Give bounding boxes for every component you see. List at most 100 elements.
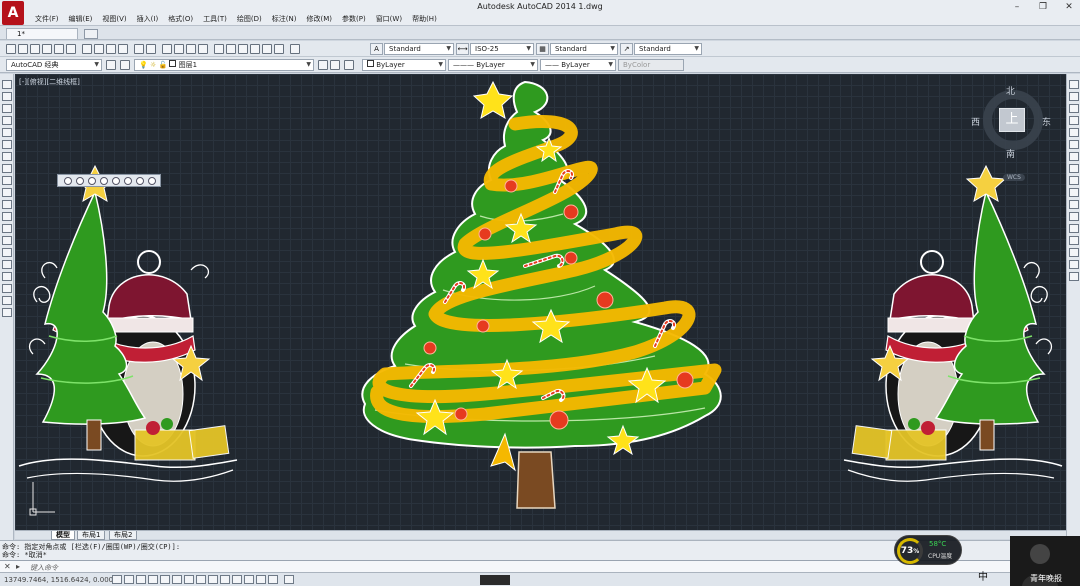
- text-style-select[interactable]: Standard ▼: [384, 43, 454, 55]
- menu-format[interactable]: 格式(O): [163, 13, 198, 25]
- ime-indicator[interactable]: 中: [978, 568, 988, 583]
- point-icon[interactable]: [2, 236, 12, 245]
- zoom-realtime-icon[interactable]: [174, 44, 184, 54]
- circle-icon[interactable]: [2, 152, 12, 161]
- help-icon[interactable]: [290, 44, 300, 54]
- zoom-previous-icon[interactable]: [198, 44, 208, 54]
- layer-select[interactable]: 💡 ☼ 🔓 图层1 ▼: [134, 59, 314, 71]
- transparency-icon[interactable]: [244, 575, 254, 584]
- linetype-select[interactable]: ——— ByLayer ▼: [448, 59, 538, 71]
- compass-west[interactable]: 西: [971, 115, 980, 128]
- trim-icon[interactable]: [1069, 188, 1079, 197]
- restore-button[interactable]: ❐: [1034, 2, 1052, 12]
- object-snap-icon[interactable]: [172, 575, 182, 584]
- dynamic-input-icon[interactable]: [220, 575, 230, 584]
- document-tab[interactable]: 1*: [6, 28, 78, 39]
- lineweight-display-icon[interactable]: [232, 575, 242, 584]
- menu-tools[interactable]: 工具(T): [198, 13, 232, 25]
- compass-north[interactable]: 北: [1006, 84, 1015, 97]
- close-command-icon[interactable]: ✕: [4, 562, 11, 571]
- zoom-out-icon[interactable]: [136, 177, 144, 185]
- paste-icon[interactable]: [106, 44, 116, 54]
- dynamic-ucs-icon[interactable]: [208, 575, 218, 584]
- workspace-select[interactable]: AutoCAD 经典 ▼: [6, 59, 102, 71]
- object-snap-tracking-icon[interactable]: [196, 575, 206, 584]
- ortho-mode-icon[interactable]: [148, 575, 158, 584]
- scale-icon[interactable]: [1069, 164, 1079, 173]
- ellipse-arc-icon[interactable]: [2, 200, 12, 209]
- fillet-icon[interactable]: [1069, 248, 1079, 257]
- sheet-set-icon[interactable]: [250, 44, 260, 54]
- compass-south[interactable]: 南: [1006, 147, 1015, 160]
- selection-cycling-icon[interactable]: [268, 575, 278, 584]
- tab-model[interactable]: 模型: [51, 531, 75, 540]
- dim-style-select[interactable]: ISO-25 ▼: [470, 43, 534, 55]
- table-style-select[interactable]: Standard ▼: [550, 43, 618, 55]
- layer-previous-icon[interactable]: [330, 60, 340, 70]
- move-icon[interactable]: [1069, 140, 1079, 149]
- new-file-icon[interactable]: [6, 44, 16, 54]
- table-icon[interactable]: [2, 284, 12, 293]
- menu-file[interactable]: 文件(F): [30, 13, 64, 25]
- menu-insert[interactable]: 插入(I): [132, 13, 164, 25]
- hatch-icon[interactable]: [2, 248, 12, 257]
- menu-dimension[interactable]: 标注(N): [267, 13, 302, 25]
- zoom-dynamic-icon[interactable]: [76, 177, 84, 185]
- pan-icon[interactable]: [162, 44, 172, 54]
- zoom-scale-icon[interactable]: [88, 177, 96, 185]
- new-tab-icon[interactable]: [84, 29, 98, 39]
- copy-icon[interactable]: [94, 44, 104, 54]
- multileader-style-select[interactable]: Standard ▼: [634, 43, 702, 55]
- offset-icon[interactable]: [1069, 116, 1079, 125]
- menu-view[interactable]: 视图(V): [97, 13, 131, 25]
- multiline-text-icon[interactable]: [2, 296, 12, 305]
- ellipse-icon[interactable]: [2, 188, 12, 197]
- polar-tracking-icon[interactable]: [160, 575, 170, 584]
- stretch-icon[interactable]: [1069, 176, 1079, 185]
- zoom-extents-icon[interactable]: [148, 177, 156, 185]
- command-settings-icon[interactable]: ▸: [16, 562, 20, 571]
- mirror-icon[interactable]: [1069, 104, 1079, 113]
- zoom-center-icon[interactable]: [100, 177, 108, 185]
- make-block-icon[interactable]: [2, 224, 12, 233]
- text-style-icon[interactable]: A: [370, 43, 383, 55]
- grid-display-icon[interactable]: [136, 575, 146, 584]
- tool-palettes-icon[interactable]: [238, 44, 248, 54]
- tab-layout2[interactable]: 布局2: [109, 531, 138, 540]
- design-center-icon[interactable]: [226, 44, 236, 54]
- copy-object-icon[interactable]: [1069, 92, 1079, 101]
- line-icon[interactable]: [2, 80, 12, 89]
- quick-view-button[interactable]: [480, 575, 510, 585]
- polyline-icon[interactable]: [2, 104, 12, 113]
- chamfer-icon[interactable]: [1069, 236, 1079, 245]
- close-button[interactable]: ✕: [1060, 2, 1078, 12]
- menu-modify[interactable]: 修改(M): [301, 13, 337, 25]
- workspace-settings-icon[interactable]: [106, 60, 116, 70]
- layer-properties-icon[interactable]: [120, 60, 130, 70]
- model-space-icon[interactable]: [284, 575, 294, 584]
- revision-cloud-icon[interactable]: [2, 164, 12, 173]
- vertical-scrollbar[interactable]: [1069, 272, 1079, 281]
- viewcube-top-face[interactable]: 上: [999, 108, 1025, 132]
- zoom-window-icon[interactable]: [186, 44, 196, 54]
- minimize-button[interactable]: –: [1008, 2, 1026, 12]
- break-icon[interactable]: [1069, 212, 1079, 221]
- properties-icon[interactable]: [214, 44, 224, 54]
- open-file-icon[interactable]: [18, 44, 28, 54]
- color-select[interactable]: ByLayer ▼: [362, 59, 446, 71]
- publish-icon[interactable]: [66, 44, 76, 54]
- arc-icon[interactable]: [2, 140, 12, 149]
- wcs-menu[interactable]: WCS: [1003, 174, 1025, 181]
- print-icon[interactable]: [42, 44, 52, 54]
- zoom-object-icon[interactable]: [112, 177, 120, 185]
- drawing-canvas[interactable]: [-][俯视][二维线框] 上 北 南 西 东 WCS: [15, 74, 1066, 530]
- zoom-window-icon[interactable]: [64, 177, 72, 185]
- region-icon[interactable]: [2, 272, 12, 281]
- menu-help[interactable]: 帮助(H): [407, 13, 442, 25]
- menu-edit[interactable]: 编辑(E): [64, 13, 98, 25]
- menu-draw[interactable]: 绘图(D): [232, 13, 267, 25]
- quick-properties-icon[interactable]: [256, 575, 266, 584]
- save-icon[interactable]: [30, 44, 40, 54]
- join-icon[interactable]: [1069, 224, 1079, 233]
- cut-icon[interactable]: [82, 44, 92, 54]
